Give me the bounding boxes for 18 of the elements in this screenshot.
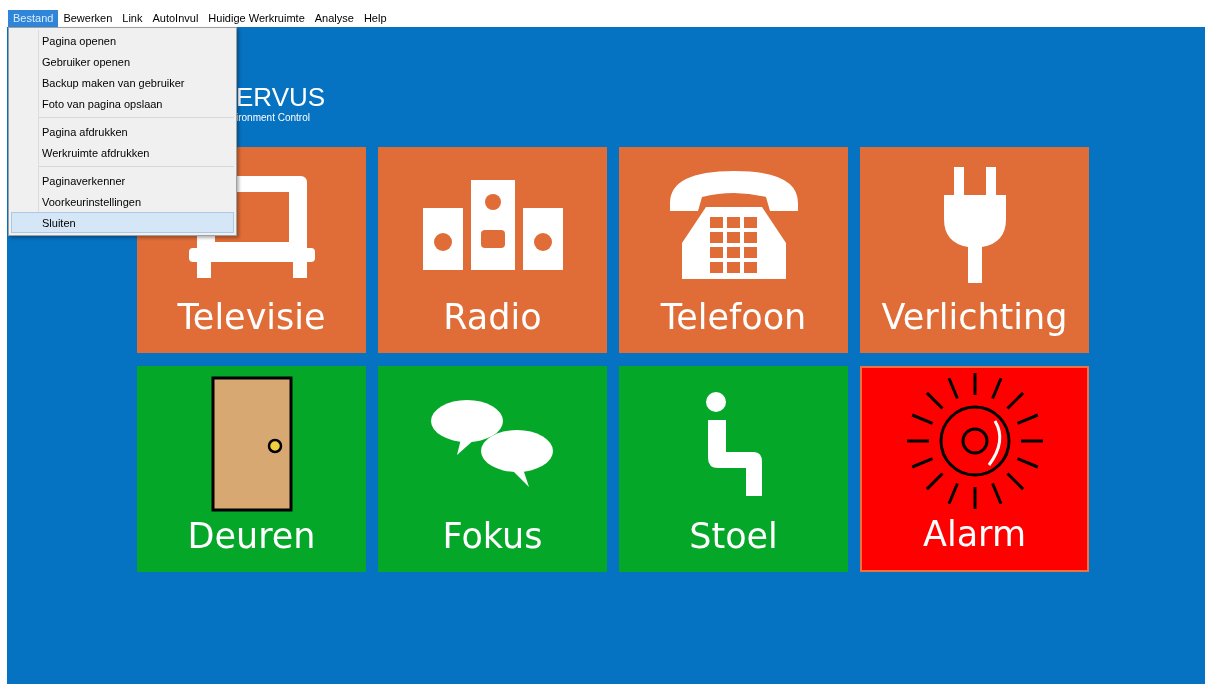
menu-item[interactable]: Pagina afdrukken: [11, 121, 234, 142]
speakers-icon: [422, 180, 563, 270]
menu-bar-item[interactable]: Analyse: [309, 10, 359, 27]
menu-bar-item[interactable]: Link: [117, 10, 148, 27]
menu-item[interactable]: Sluiten: [11, 212, 234, 233]
seated-person-icon: [703, 392, 764, 496]
door-icon: [210, 376, 293, 512]
menu-item[interactable]: Gebruiker openen: [11, 51, 234, 72]
logo-title: ERVUS: [236, 84, 326, 110]
logo-subtitle: ironment Control: [236, 112, 310, 123]
menu-bar-item[interactable]: Bewerken: [58, 10, 118, 27]
menu-item[interactable]: Foto van pagina opslaan: [11, 93, 234, 114]
menu-bar-item[interactable]: Help: [358, 10, 392, 27]
menu-bar-item[interactable]: Huidige Werkruimte: [203, 10, 310, 27]
menu-item[interactable]: Pagina openen: [11, 30, 234, 51]
menu-bar-item[interactable]: AutoInvul: [147, 10, 204, 27]
alarm-tile[interactable]: Alarm: [860, 366, 1089, 572]
menu-item[interactable]: Backup maken van gebruiker: [11, 72, 234, 93]
